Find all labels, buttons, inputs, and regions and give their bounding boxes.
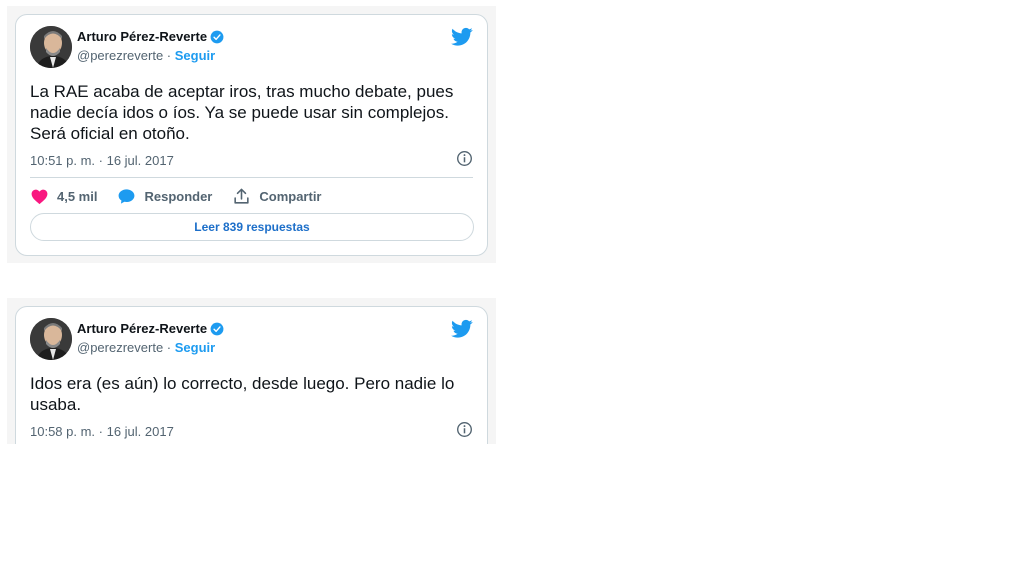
- tweet-text: Idos era (es aún) lo correcto, desde lue…: [30, 373, 470, 415]
- author-name[interactable]: Arturo Pérez-Reverte: [77, 321, 207, 336]
- tweet-text-line: nadie decía idos o íos. Ya se puede usar…: [30, 103, 449, 122]
- author-row: Arturo Pérez-Reverte: [77, 321, 224, 336]
- tweet-actions: 4,5 mil Responder Compartir: [30, 187, 342, 206]
- avatar[interactable]: [30, 318, 72, 360]
- author-name[interactable]: Arturo Pérez-Reverte: [77, 29, 207, 44]
- info-icon[interactable]: [456, 150, 473, 167]
- author-handle[interactable]: @perezreverte: [77, 340, 163, 355]
- tweet-text-line: Idos era (es aún) lo correcto, desde lue…: [30, 374, 455, 393]
- handle-row: @perezreverte · Seguir: [77, 340, 215, 355]
- info-icon[interactable]: [456, 421, 473, 438]
- tweet-text-line: Será oficial en otoño.: [30, 124, 190, 143]
- like-button[interactable]: 4,5 mil: [30, 187, 97, 206]
- share-button[interactable]: Compartir: [232, 187, 322, 206]
- tweet-timestamp[interactable]: 10:58 p. m. · 16 jul. 2017: [30, 424, 174, 439]
- tweet-text-line: La RAE acaba de aceptar iros, tras mucho…: [30, 82, 454, 101]
- share-label: Compartir: [259, 189, 322, 204]
- follow-link[interactable]: Seguir: [175, 48, 215, 63]
- reply-button[interactable]: Responder: [117, 187, 212, 206]
- tweet-card[interactable]: Arturo Pérez-Reverte @perezreverte · Seg…: [15, 306, 488, 444]
- twitter-bird-icon[interactable]: [451, 319, 473, 339]
- verified-badge-icon: [210, 322, 224, 335]
- handle-separator: ·: [163, 340, 175, 355]
- tweet-card[interactable]: Arturo Pérez-Reverte @perezreverte · Seg…: [15, 14, 488, 256]
- tweet-timestamp[interactable]: 10:51 p. m. · 16 jul. 2017: [30, 153, 174, 168]
- verified-badge-icon: [210, 30, 224, 43]
- heart-icon: [31, 189, 48, 205]
- handle-row: @perezreverte · Seguir: [77, 48, 215, 63]
- author-row: Arturo Pérez-Reverte: [77, 29, 224, 44]
- tweet-text-line: usaba.: [30, 395, 82, 414]
- twitter-bird-icon[interactable]: [451, 27, 473, 47]
- tweet-embed-2: Arturo Pérez-Reverte @perezreverte · Seg…: [7, 298, 496, 444]
- author-handle[interactable]: @perezreverte: [77, 48, 163, 63]
- handle-separator: ·: [163, 48, 175, 63]
- tweet-embed-1: Arturo Pérez-Reverte @perezreverte · Seg…: [7, 6, 496, 263]
- divider: [30, 177, 473, 178]
- follow-link[interactable]: Seguir: [175, 340, 215, 355]
- tweet-text: La RAE acaba de aceptar iros, tras mucho…: [30, 81, 470, 144]
- speech-bubble-icon: [119, 189, 135, 204]
- avatar[interactable]: [30, 26, 72, 68]
- reply-label: Responder: [144, 189, 213, 204]
- like-count: 4,5 mil: [57, 189, 98, 204]
- read-replies-button[interactable]: Leer 839 respuestas: [30, 213, 474, 241]
- share-icon: [234, 188, 249, 204]
